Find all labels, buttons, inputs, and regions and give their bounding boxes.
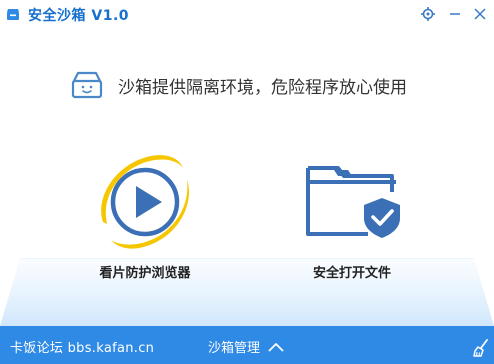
protected-browser-button[interactable]: 看片防护浏览器 [65,148,225,288]
slogan: 沙箱提供隔离环境，危险程序放心使用 [70,68,407,102]
title-bar: 安全沙箱 V1.0 [0,0,494,28]
app-logo-icon [7,9,19,20]
protected-browser-label: 看片防护浏览器 [99,266,191,281]
close-button[interactable] [471,5,489,23]
minimize-icon [450,13,460,15]
safe-open-file-button[interactable]: 安全打开文件 [272,148,432,288]
sandbox-manage-button[interactable]: 沙箱管理 [208,337,284,356]
chevron-up-icon [268,342,284,352]
slogan-text: 沙箱提供隔离环境，危险程序放心使用 [118,77,407,98]
broom-icon[interactable] [472,339,490,357]
shield-folder-icon [306,166,400,238]
close-icon [474,8,486,20]
status-bar: 卡饭论坛 bbs.kafan.cn 沙箱管理 [0,326,494,364]
target-gear-icon [421,7,435,21]
sandbox-box-icon [71,71,103,99]
minimize-button[interactable] [446,5,464,23]
settings-button[interactable] [419,5,437,23]
sandbox-manage-label: 沙箱管理 [208,341,261,356]
safe-open-file-label: 安全打开文件 [312,266,391,281]
forum-link[interactable]: 卡饭论坛 bbs.kafan.cn [10,337,154,356]
play-browser-icon [101,155,189,249]
app-title: 安全沙箱 V1.0 [28,8,130,24]
